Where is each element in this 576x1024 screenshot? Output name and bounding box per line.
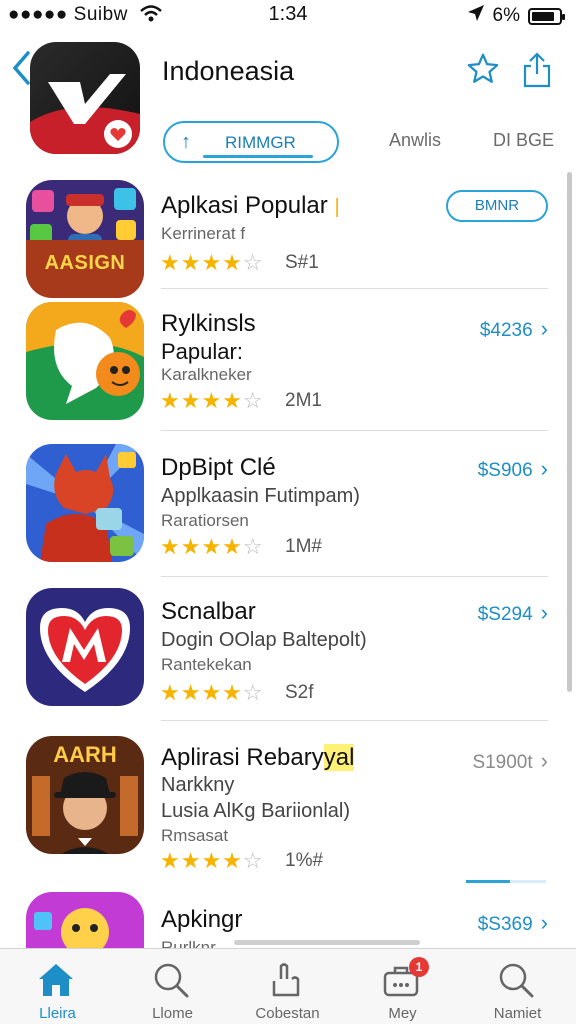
app-subtitle-2: Lusia AlKg Bariionlal) — [161, 800, 350, 822]
search-icon — [499, 963, 534, 998]
hand-icon — [272, 963, 300, 997]
chevron-right-icon: › — [540, 910, 548, 935]
get-button[interactable]: BMNR — [446, 190, 548, 222]
app-icon-puzzle-game: AASIGN — [26, 180, 144, 298]
app-icon-chat-fish — [26, 302, 144, 420]
back-button[interactable] — [10, 50, 32, 91]
app-name: Aplkasi Popular | — [161, 192, 340, 219]
app-name: DpBipt Clé — [161, 454, 276, 481]
price-button[interactable]: $4236 › — [480, 316, 548, 342]
rating-count: 1%# — [285, 850, 324, 871]
app-category: Raratiorsen — [161, 511, 249, 530]
tab-bar: Lleira Llome Cobestan 1 Mey Namiet — [0, 948, 576, 1024]
rating-count: S#1 — [285, 252, 319, 273]
app-category: Rantekekan — [161, 655, 252, 674]
tab-rimmgr[interactable]: ↑ RIMMGR — [163, 121, 339, 163]
divider — [161, 576, 548, 577]
rating-stars: ★★★★☆ — [160, 848, 264, 873]
app-subtitle: Papular: — [161, 339, 243, 364]
tab-lleira[interactable]: Lleira — [0, 949, 115, 1024]
app-subtitle: Dogin OOlap Baltepolt) — [161, 629, 367, 651]
app-icon-text: AASIGN — [44, 252, 126, 274]
chevron-right-icon: › — [540, 600, 548, 625]
app-icon-text: AARH — [53, 742, 117, 767]
download-progress — [466, 880, 546, 883]
app-category: Kerrinerat f — [161, 224, 246, 243]
app-icon-gangster-game: AARH — [26, 736, 144, 854]
price-button[interactable]: $S294 › — [478, 600, 548, 626]
app-category: Rurlknr — [161, 938, 216, 948]
scrollbar[interactable] — [567, 172, 572, 692]
tab-mey[interactable]: 1 Mey — [345, 949, 460, 1024]
tab-llome[interactable]: Llome — [115, 949, 230, 1024]
tab-namiet[interactable]: Namiet — [460, 949, 575, 1024]
favorite-star-icon[interactable] — [466, 52, 500, 91]
app-icon-cat-hero — [26, 444, 144, 562]
tab-di-bge[interactable]: DI BGE — [493, 130, 554, 151]
app-icon-m-shield — [26, 588, 144, 706]
rating-count: S2f — [285, 682, 314, 703]
page-title: Indoneasia — [162, 56, 295, 86]
price-button[interactable]: $S906 › — [478, 456, 548, 482]
app-subtitle: Applkaasin Futimpam) — [161, 485, 360, 507]
status-bar: ●●●●● Suibw 1:34 6% — [0, 0, 576, 34]
app-category: Rmsasat — [161, 826, 229, 845]
rating-count: 1M# — [285, 536, 322, 557]
rating-stars: ★★★★☆ — [160, 250, 264, 275]
app-name: Scnalbar — [161, 598, 256, 625]
app-category: Karalkneker — [161, 365, 252, 384]
rating-stars: ★★★★☆ — [160, 680, 264, 705]
price-button[interactable]: S1900t › — [472, 748, 548, 774]
up-arrow-icon: ↑ — [181, 131, 191, 153]
home-indicator — [234, 940, 420, 945]
notification-badge: 1 — [409, 957, 429, 977]
price-button[interactable]: $S369 › — [478, 910, 548, 936]
home-icon — [39, 964, 73, 996]
tab-cobestan[interactable]: Cobestan — [230, 949, 345, 1024]
battery-fill — [532, 11, 554, 21]
rating-stars: ★★★★☆ — [160, 534, 264, 559]
store-logo — [30, 42, 140, 154]
app-subtitle: Narkkny — [161, 774, 235, 796]
divider — [161, 720, 548, 721]
battery-percent: 6% — [492, 5, 520, 26]
share-icon[interactable] — [522, 52, 552, 93]
app-name: Apkingr — [161, 906, 243, 933]
app-name: Rylkinsls — [161, 310, 256, 337]
chevron-right-icon: › — [540, 748, 548, 773]
chevron-right-icon: › — [540, 456, 548, 481]
tab-indicator — [203, 155, 313, 158]
app-name: Aplirasi Rebaryyal — [161, 744, 355, 771]
battery-icon — [528, 7, 565, 25]
rating-stars: ★★★★☆ — [160, 388, 264, 413]
chevron-right-icon: › — [540, 316, 548, 341]
app-icon-cartoon — [26, 892, 144, 948]
location-arrow-icon — [467, 4, 485, 28]
tab-anwlis[interactable]: Anwlis — [389, 130, 441, 151]
divider — [161, 288, 548, 289]
rating-count: 2M1 — [285, 390, 322, 411]
search-icon — [154, 963, 189, 998]
download-progress-fill — [466, 880, 510, 883]
divider — [161, 430, 548, 431]
